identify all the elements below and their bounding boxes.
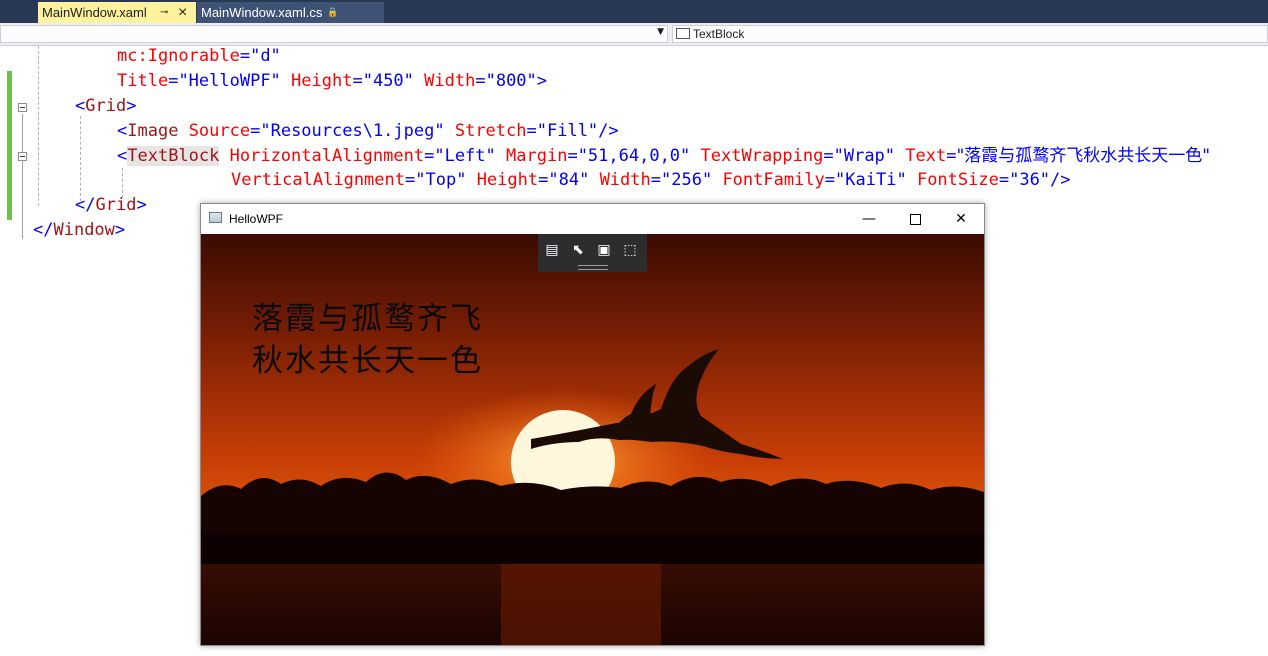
attr: Source	[188, 121, 251, 141]
tab-mainwindow-xaml-cs[interactable]: MainWindow.xaml.cs 🔒	[197, 2, 384, 23]
value: "Wrap"	[833, 146, 896, 166]
attr: Margin	[506, 146, 568, 166]
minimize-button[interactable]: —	[846, 204, 892, 234]
attr: Height	[291, 71, 353, 91]
value: "Top"	[415, 170, 467, 190]
attr: Title	[117, 71, 169, 91]
attr: VerticalAlignment	[231, 170, 405, 190]
code-line-6: VerticalAlignment="Top" Height="84" Widt…	[231, 170, 1071, 190]
collapse-textblock-icon[interactable]	[18, 152, 27, 161]
outline-guide	[22, 114, 23, 239]
live-visual-tree-icon[interactable]: ▤	[543, 241, 561, 259]
value: "HelloWPF"	[178, 71, 281, 91]
track-focus-icon[interactable]: ⬚	[621, 241, 639, 259]
chevron-down-icon: ▼	[657, 27, 664, 37]
tab-label: MainWindow.xaml.cs	[201, 5, 323, 20]
bracket: />	[1050, 170, 1071, 190]
lock-icon: 🔒	[327, 7, 339, 17]
bracket: </	[33, 220, 54, 240]
window-client-area: 落霞与孤鹜齐飞秋水共长天一色 ▤ ⬉ ▣ ⬚	[201, 234, 984, 645]
value: "84"	[548, 170, 590, 190]
close-icon[interactable]: ×	[178, 2, 187, 23]
value: "256"	[661, 170, 713, 190]
code-line-4: <Image Source="Resources\1.jpeg" Stretch…	[117, 121, 619, 141]
value: "Left"	[434, 146, 496, 166]
value: "36"	[1009, 170, 1051, 190]
tag: Image	[127, 121, 179, 141]
hellowpf-window[interactable]: HelloWPF — ✕ 落霞与孤鹜齐飞秋水共长天一色 ▤ ⬉ ▣ ⬚	[200, 203, 985, 646]
attr: FontSize	[916, 170, 999, 190]
code-line-7: </Grid>	[75, 193, 147, 218]
attr: HorizontalAlignment	[229, 146, 425, 166]
attr: Stretch	[454, 121, 527, 141]
attr: TextWrapping	[700, 146, 824, 166]
outline-guide	[80, 116, 81, 201]
tag: Window	[53, 220, 115, 240]
bracket: >	[114, 220, 126, 240]
window-title-bar[interactable]: HelloWPF — ✕	[201, 204, 984, 234]
value: "落霞与孤鹜齐飞秋水共长天一色"	[956, 146, 1211, 166]
bracket: <	[117, 146, 128, 166]
bracket: >	[536, 71, 548, 91]
code-line-1: mc:Ignorable="d"	[117, 44, 281, 69]
value: "800"	[485, 71, 537, 91]
code-line-3: <Grid>	[75, 94, 136, 119]
sunset-background-image	[201, 234, 984, 645]
close-button[interactable]: ✕	[938, 204, 984, 234]
bracket: </	[75, 195, 96, 215]
value: "51,64,0,0"	[577, 146, 691, 166]
textblock-element-icon	[676, 28, 690, 39]
type-dropdown[interactable]: ▼	[0, 25, 668, 43]
value: "Resources\1.jpeg"	[260, 121, 445, 141]
value: "Fill"	[536, 121, 599, 141]
bracket: <	[75, 96, 86, 116]
member-dropdown-value: TextBlock	[693, 27, 745, 41]
app-icon	[209, 212, 222, 223]
code-line-5: <TextBlock HorizontalAlignment="Left" Ma…	[117, 146, 1211, 166]
value: "d"	[250, 46, 281, 66]
window-title: HelloWPF	[229, 212, 284, 226]
tab-mainwindow-xaml[interactable]: MainWindow.xaml ⊸ ×	[38, 2, 196, 23]
code-line-2: Title="HelloWPF" Height="450" Width="800…	[117, 71, 548, 91]
tag: TextBlock	[127, 146, 220, 166]
display-layout-adorners-icon[interactable]: ▣	[595, 241, 613, 259]
pin-icon[interactable]: ⊸	[160, 2, 168, 23]
bracket: <	[117, 121, 128, 141]
attr: Height	[476, 170, 539, 190]
attr: Width	[424, 71, 476, 91]
tag: Grid	[85, 96, 127, 116]
drag-handle[interactable]	[578, 265, 608, 270]
select-element-icon[interactable]: ⬉	[569, 241, 587, 259]
xaml-debug-toolbar: ▤ ⬉ ▣ ⬚	[538, 234, 647, 272]
navigation-bar: ▼ TextBlock	[0, 23, 1268, 46]
attr: mc:Ignorable	[117, 46, 240, 66]
eq: =	[239, 46, 251, 66]
tab-label: MainWindow.xaml	[42, 5, 147, 20]
value: "KaiTi"	[835, 170, 907, 190]
maximize-icon	[909, 213, 921, 225]
maximize-button[interactable]	[892, 204, 938, 234]
code-line-8: </Window>	[33, 218, 125, 243]
attr: Width	[599, 170, 651, 190]
collapse-grid-icon[interactable]	[18, 103, 27, 112]
tag: Grid	[95, 195, 137, 215]
change-tracking-bar	[7, 71, 12, 220]
bracket: />	[598, 121, 619, 141]
bracket: >	[136, 195, 147, 215]
outline-guide	[38, 46, 39, 206]
attr: Text	[905, 146, 947, 166]
poem-textblock: 落霞与孤鹜齐飞秋水共长天一色	[252, 301, 483, 379]
attr: FontFamily	[722, 170, 825, 190]
document-tab-strip: MainWindow.xaml ⊸ × MainWindow.xaml.cs 🔒	[0, 0, 1268, 23]
member-dropdown[interactable]: TextBlock	[672, 25, 1268, 43]
bracket: >	[126, 96, 137, 116]
value: "450"	[362, 71, 414, 91]
